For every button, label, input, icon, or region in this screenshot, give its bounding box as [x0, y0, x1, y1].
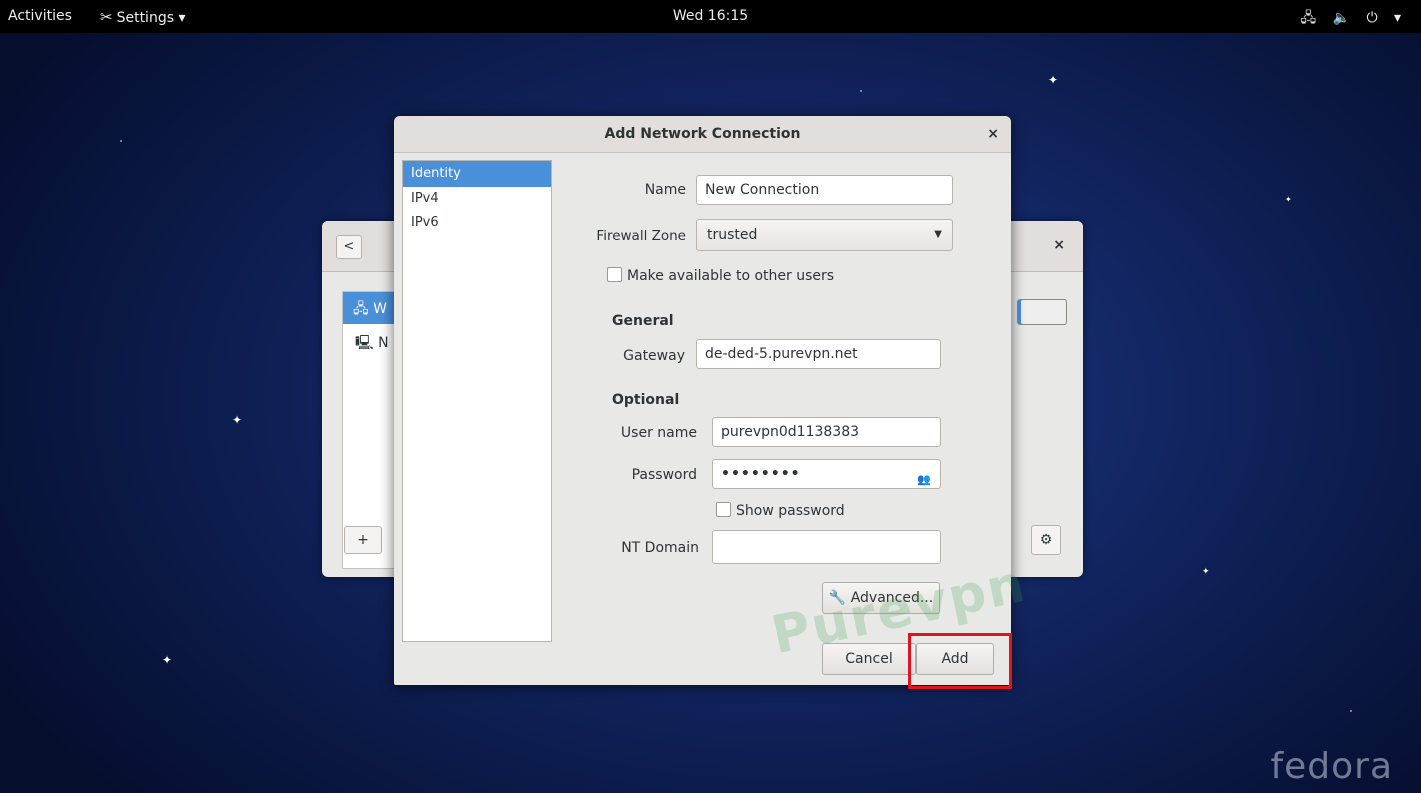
- vpn-toggle[interactable]: [1017, 299, 1067, 325]
- star-decoration: [860, 90, 862, 92]
- sidebar-item-ipv4[interactable]: IPv4: [403, 187, 551, 211]
- password-field[interactable]: •••••••• 👥: [712, 459, 941, 489]
- gateway-field[interactable]: de-ded-5.purevpn.net: [696, 339, 941, 369]
- add-connection-button[interactable]: +: [344, 526, 382, 554]
- close-icon[interactable]: ×: [987, 116, 999, 152]
- checkbox-box: [607, 267, 622, 282]
- user-options-icon[interactable]: 👥: [917, 466, 932, 494]
- general-section-header: General: [612, 313, 674, 329]
- gear-icon[interactable]: ⚙: [1031, 525, 1061, 555]
- fedora-logo: fedora: [1270, 746, 1393, 787]
- close-icon[interactable]: ×: [1053, 237, 1065, 253]
- gateway-label: Gateway: [623, 348, 685, 364]
- firewall-zone-label: Firewall Zone: [596, 228, 686, 244]
- star-decoration: ✦: [232, 413, 243, 427]
- chevron-down-icon: ▼: [934, 229, 942, 240]
- share-checkbox[interactable]: Make available to other users: [607, 267, 834, 284]
- password-value: ••••••••: [721, 466, 801, 482]
- star-decoration: ✦: [1202, 567, 1210, 577]
- star-decoration: ✦: [1285, 195, 1292, 204]
- sidebar-item-identity[interactable]: Identity: [403, 161, 551, 187]
- dialog-titlebar: Add Network Connection ×: [394, 116, 1011, 153]
- sidebar-item-ipv6[interactable]: IPv6: [403, 211, 551, 235]
- system-tray[interactable]: 🖧 🔈 ⏻ ▾: [1301, 7, 1408, 31]
- username-field[interactable]: purevpn0d1138383: [712, 417, 941, 447]
- username-label: User name: [620, 425, 697, 441]
- checkbox-box: [716, 502, 731, 517]
- settings-sidebar: Identity IPv4 IPv6: [402, 160, 552, 642]
- star-decoration: ✦: [1048, 73, 1059, 87]
- clock[interactable]: Wed 16:15: [0, 8, 1421, 24]
- name-field[interactable]: New Connection: [696, 175, 953, 205]
- optional-section-header: Optional: [612, 392, 680, 408]
- name-label: Name: [644, 182, 686, 198]
- back-button[interactable]: <: [336, 235, 362, 259]
- password-label: Password: [631, 467, 697, 483]
- firewall-zone-value: trusted: [707, 227, 758, 243]
- show-password-label: Show password: [736, 503, 845, 519]
- add-button-highlight: [908, 633, 1012, 689]
- star-decoration: [1350, 710, 1352, 712]
- top-bar: Activities ✂ Settings ▾ Wed 16:15 🖧 🔈 ⏻ ▾: [0, 0, 1421, 33]
- nt-domain-field[interactable]: [712, 530, 941, 564]
- share-checkbox-label: Make available to other users: [627, 268, 835, 284]
- nt-domain-label: NT Domain: [621, 540, 699, 556]
- firewall-zone-select[interactable]: trusted ▼: [696, 219, 953, 251]
- show-password-checkbox[interactable]: Show password: [716, 502, 845, 519]
- star-decoration: [120, 140, 122, 142]
- star-decoration: ✦: [162, 653, 173, 667]
- dialog-title: Add Network Connection: [604, 126, 801, 142]
